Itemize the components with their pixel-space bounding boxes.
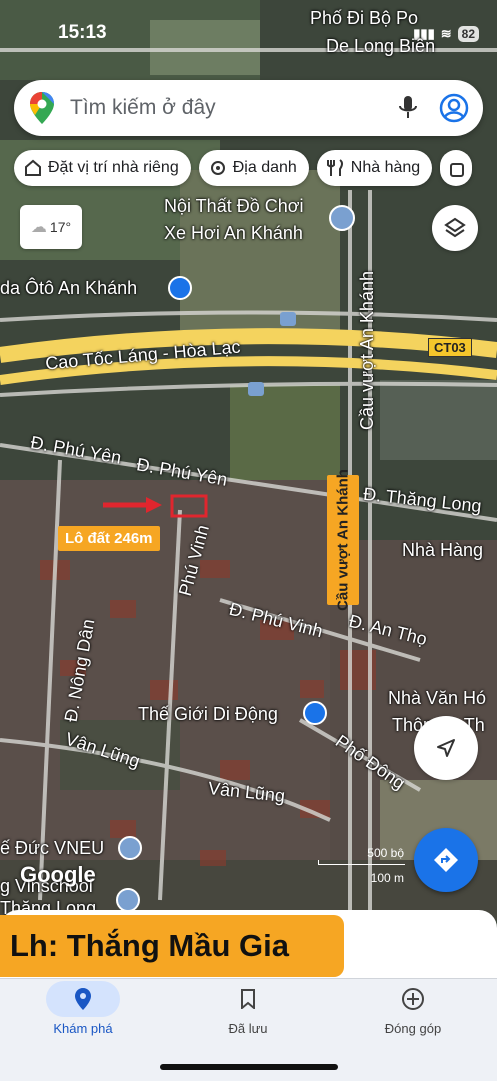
maps-pin-icon xyxy=(30,92,54,124)
chip-more[interactable] xyxy=(440,150,473,186)
bookmark-icon xyxy=(241,989,255,1009)
account-icon[interactable] xyxy=(439,93,469,123)
navigation-arrow-icon xyxy=(437,739,455,757)
battery-indicator: 82 xyxy=(457,26,479,42)
weather-widget[interactable]: ☁ 17° xyxy=(20,205,82,249)
tab-explore[interactable]: Khám phá xyxy=(18,979,148,1036)
map-label[interactable]: Nhà Hàng xyxy=(402,540,483,561)
shopping-icon xyxy=(450,163,465,177)
search-input[interactable]: Tìm kiếm ở đây xyxy=(70,96,393,120)
map-label[interactable]: Nội Thất Đồ Chơi xyxy=(164,196,304,217)
tab-contribute[interactable]: Đóng góp xyxy=(348,979,478,1036)
layers-button[interactable] xyxy=(432,205,478,251)
chip-home[interactable]: Đặt vị trí nhà riêng xyxy=(14,150,191,186)
status-time: 15:13 xyxy=(58,22,107,43)
map-label[interactable]: De Long Biên xyxy=(326,36,435,57)
search-bar[interactable]: Tìm kiếm ở đây xyxy=(14,80,483,136)
cloud-icon: ☁ xyxy=(30,219,47,236)
map-label[interactable]: ế Đức VNEU xyxy=(0,838,104,859)
wifi-icon: ≋ xyxy=(440,26,452,41)
category-chips: Đặt vị trí nhà riêng Địa danh Nhà hàng xyxy=(14,150,473,186)
google-logo: Google xyxy=(20,862,96,887)
chip-landmark[interactable]: Địa danh xyxy=(198,150,309,186)
map-label[interactable]: Phố Đi Bộ Po xyxy=(310,8,418,29)
layers-icon xyxy=(444,217,466,238)
my-location-button[interactable] xyxy=(414,716,478,780)
home-icon xyxy=(25,159,41,176)
mic-icon[interactable] xyxy=(393,96,423,120)
explore-pin-icon xyxy=(75,988,91,1010)
lot-label: Lô đất 246m xyxy=(58,526,160,551)
map-label[interactable]: Nhà Văn Hó xyxy=(388,688,486,709)
road-label: Cầu vượt An Khánh xyxy=(356,271,377,430)
directions-button[interactable] xyxy=(414,828,478,892)
road-badge: Cầu vượt An Khánh xyxy=(327,469,359,611)
add-circle-icon xyxy=(402,988,424,1010)
landmark-icon xyxy=(210,161,225,175)
map-label[interactable]: Xe Hơi An Khánh xyxy=(164,223,303,244)
directions-icon xyxy=(434,848,458,872)
map-scale: 500 bộ 100 m xyxy=(318,846,405,885)
contact-banner: Lh: Thắng Mầu Gia xyxy=(0,915,344,977)
map-label[interactable]: Thế Giới Di Động xyxy=(138,704,278,725)
road-shield: CT03 xyxy=(428,338,472,357)
home-indicator xyxy=(160,1064,338,1070)
restaurant-icon xyxy=(326,159,343,176)
map-label[interactable]: da Ôtô An Khánh xyxy=(0,278,137,299)
tab-saved[interactable]: Đã lưu xyxy=(183,979,313,1036)
chip-restaurant[interactable]: Nhà hàng xyxy=(316,150,433,186)
